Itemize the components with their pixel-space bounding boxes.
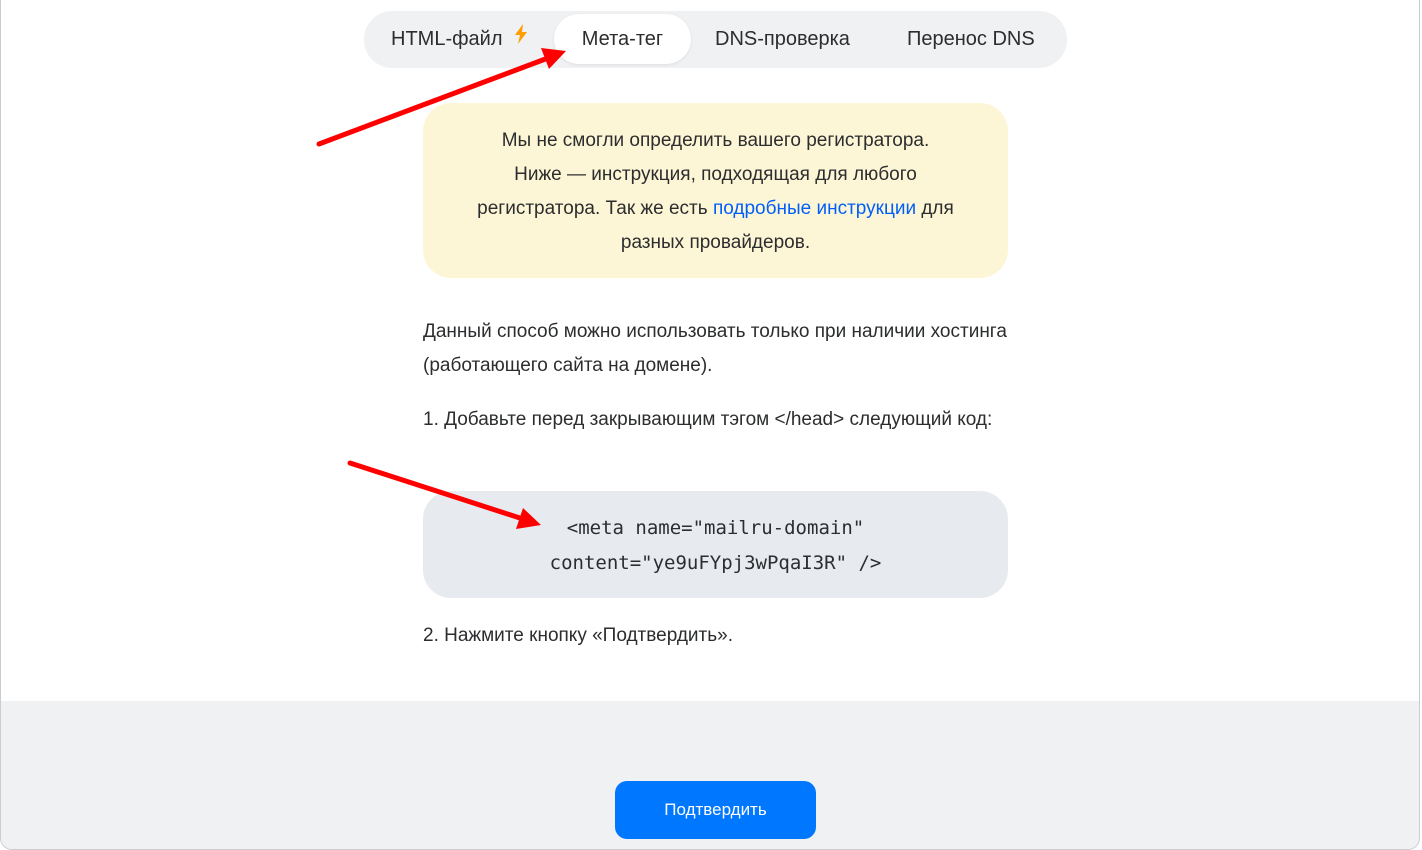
step-2-text: 2. Нажмите кнопку «Подтвердить». <box>423 625 733 646</box>
registrar-notice: Мы не смогли определить вашего регистрат… <box>423 103 1008 278</box>
verification-panel: HTML-файл Мета-тег DNS-проверка Перенос … <box>0 0 1420 850</box>
notice-body: Ниже — инструкция, подходящая для любого… <box>453 158 978 260</box>
lightning-icon <box>514 13 528 63</box>
meta-tag-code-block[interactable]: <meta name="mailru-domain" content="ye9u… <box>423 491 1008 598</box>
footer-bar: Подтвердить <box>1 701 1419 849</box>
tab-dns-check[interactable]: DNS-проверка <box>715 14 850 64</box>
tab-dns-transfer[interactable]: Перенос DNS <box>907 14 1035 64</box>
tab-dns-check-label: DNS-проверка <box>715 28 850 50</box>
method-tabs: HTML-файл Мета-тег DNS-проверка Перенос … <box>364 11 1067 68</box>
tab-html-file-label: HTML-файл <box>391 28 503 50</box>
code-line-2: content="ye9uFYpj3wPqaI3R" /> <box>549 552 882 574</box>
code-line-1: <meta name="mailru-domain" <box>566 517 865 539</box>
tab-meta-tag-label: Мета-тег <box>581 28 664 50</box>
tab-meta-tag[interactable]: Мета-тег <box>554 14 691 64</box>
confirm-button[interactable]: Подтвердить <box>615 781 816 839</box>
detailed-instructions-link[interactable]: подробные инструкции <box>713 198 916 219</box>
tab-html-file[interactable]: HTML-файл <box>391 14 528 64</box>
hosting-requirement-note: Данный способ можно использовать только … <box>423 321 1007 376</box>
step-1-text: 1. Добавьте перед закрывающим тэгом </he… <box>423 409 993 430</box>
tab-dns-transfer-label: Перенос DNS <box>907 28 1035 50</box>
notice-line-1: Мы не смогли определить вашего регистрат… <box>501 130 930 151</box>
